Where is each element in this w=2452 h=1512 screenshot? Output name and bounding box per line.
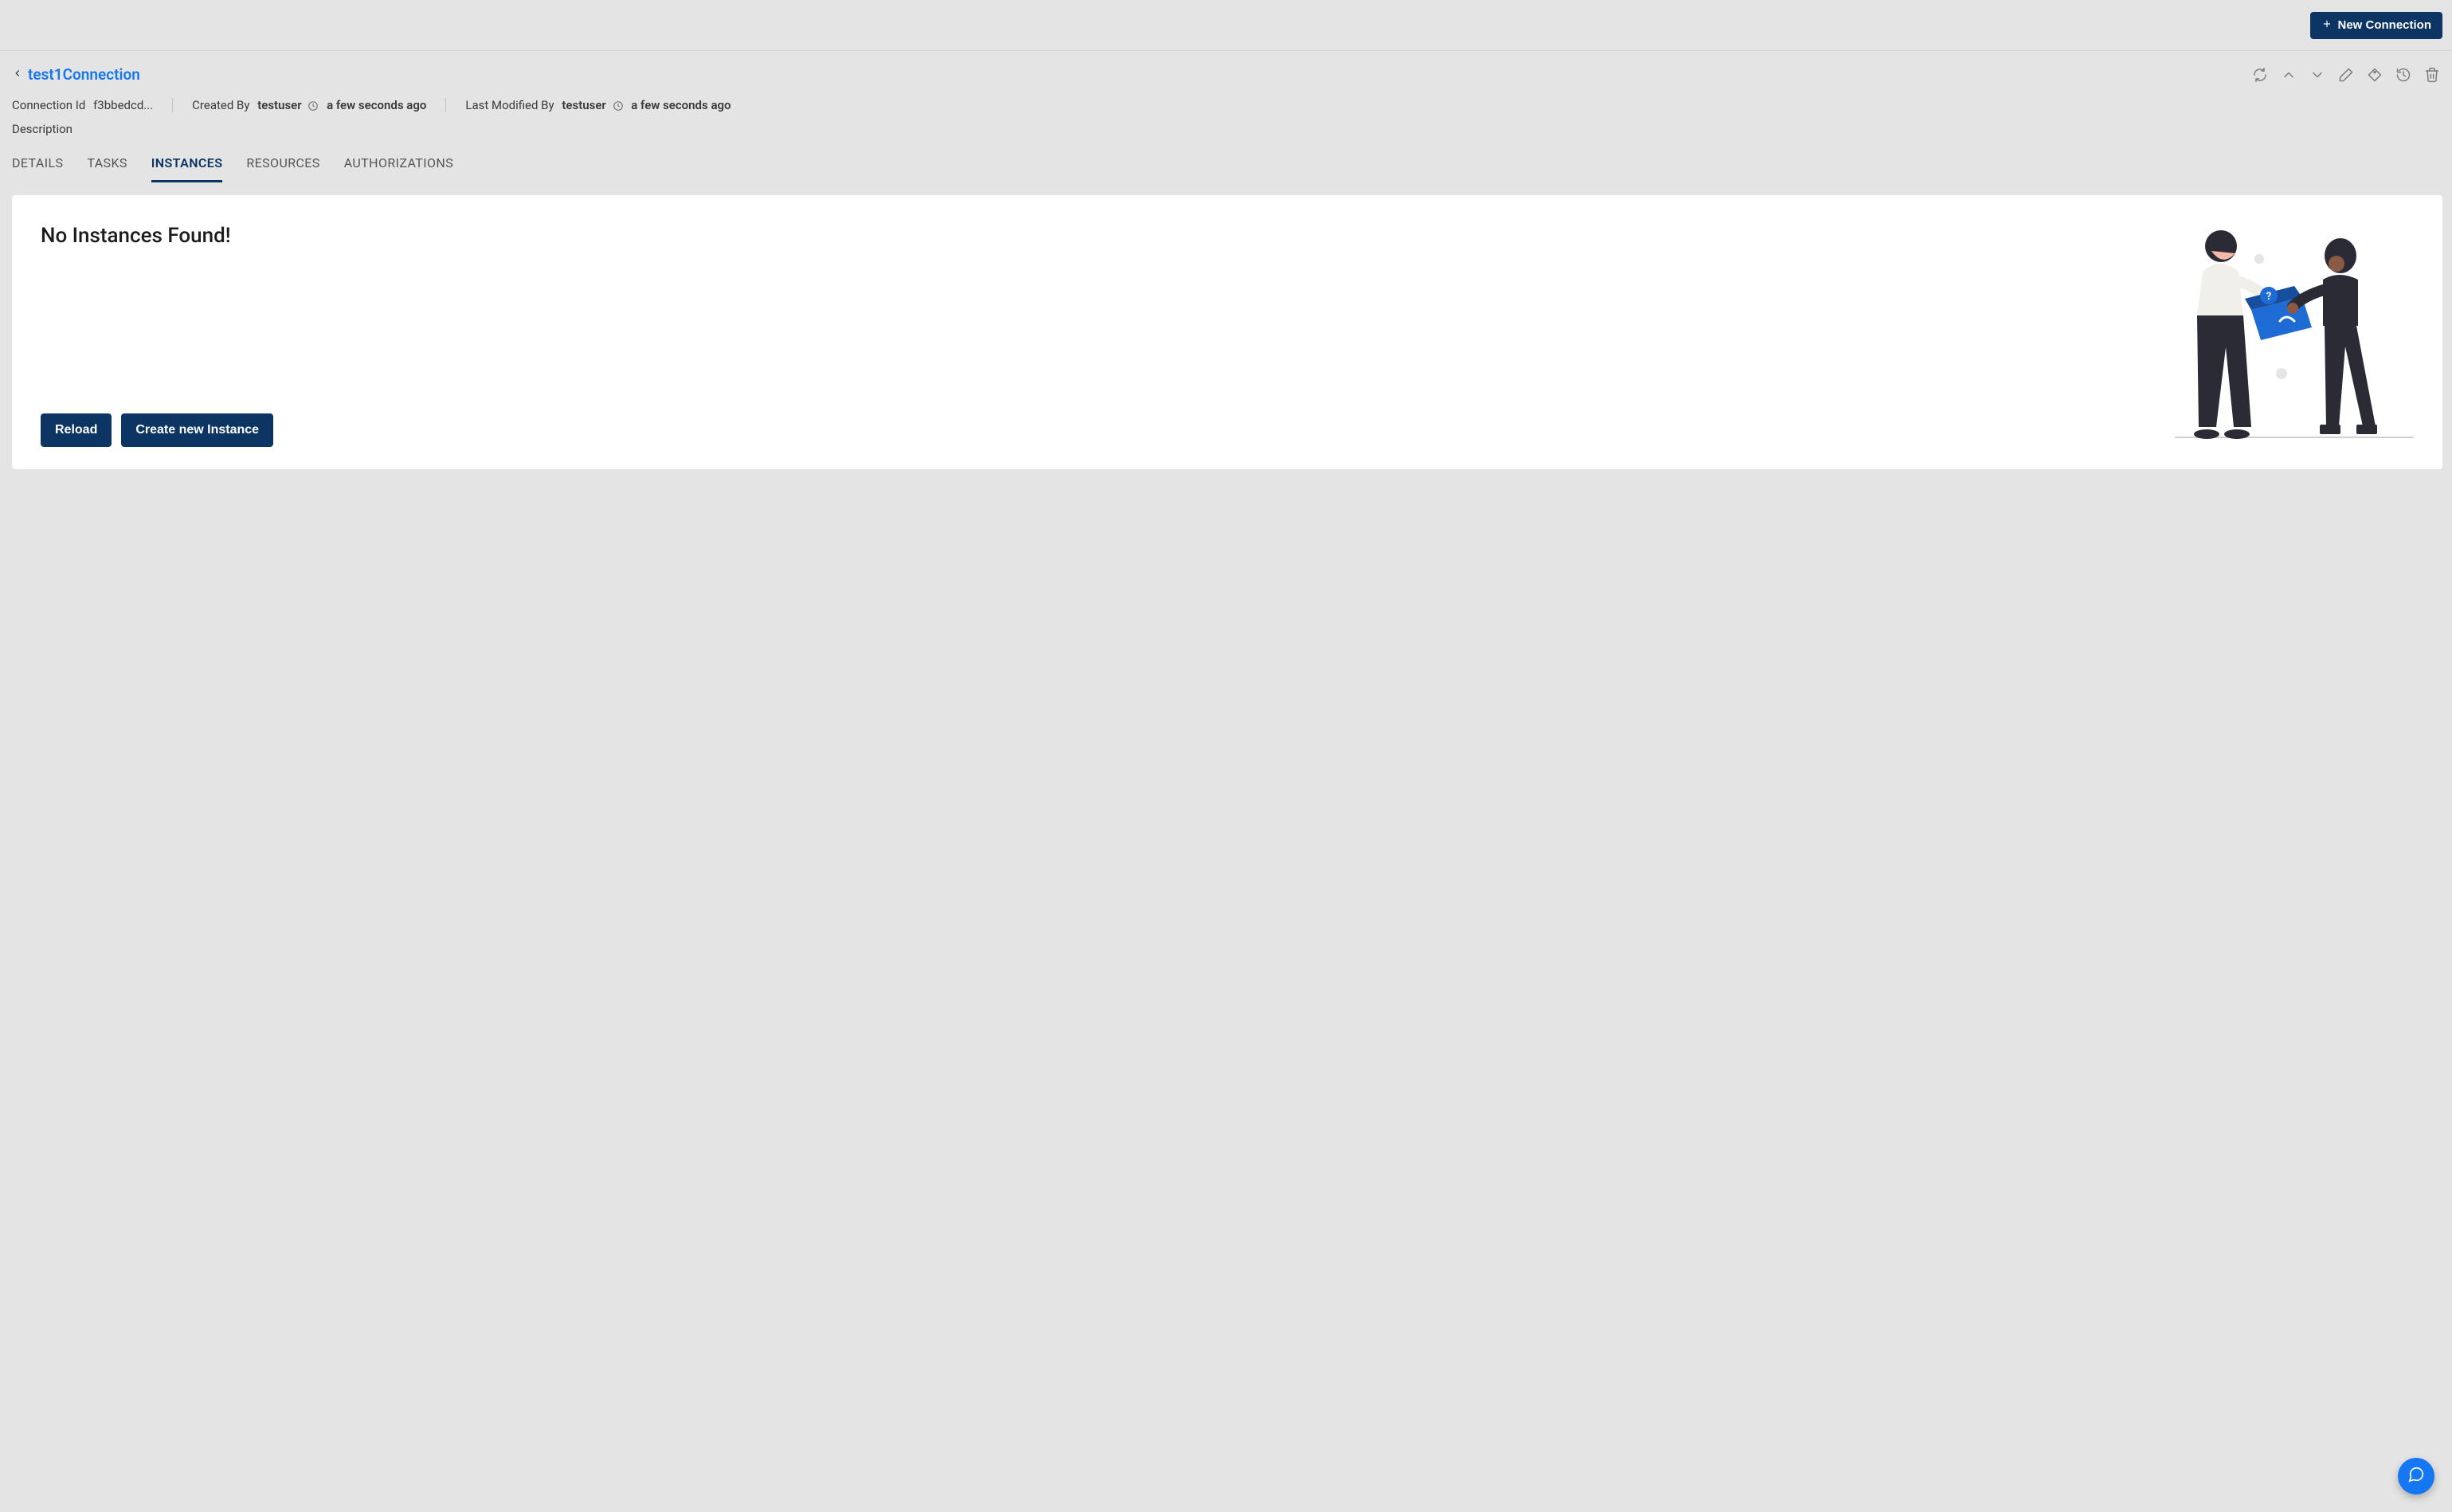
tab-resources[interactable]: RESOURCES: [246, 155, 319, 182]
svg-text:?: ?: [2266, 291, 2271, 303]
clock-icon: [307, 100, 319, 112]
chevron-left-icon: [12, 68, 23, 82]
separator: [445, 98, 446, 112]
header-actions: [2252, 67, 2440, 83]
connection-id-value: f3bbedcd...: [93, 98, 153, 112]
last-modified-by: Last Modified By testuser a few seconds …: [465, 98, 731, 112]
chat-fab[interactable]: [2398, 1458, 2434, 1494]
separator: [172, 98, 173, 112]
breadcrumb-row: test1Connection: [12, 65, 2440, 84]
last-modified-by-ago: a few seconds ago: [631, 98, 731, 112]
created-by-user: testuser: [257, 98, 301, 112]
sync-icon[interactable]: [2252, 67, 2268, 83]
empty-state-card: No Instances Found! Reload Create new In…: [12, 195, 2442, 469]
empty-state-illustration: ?: [2175, 224, 2414, 447]
empty-state-title: No Instances Found!: [41, 224, 273, 248]
last-modified-by-user: testuser: [562, 98, 605, 112]
empty-state-illustration-wrap: ?: [2175, 224, 2414, 447]
tab-details[interactable]: DETAILS: [12, 155, 63, 182]
description-label: Description: [12, 112, 2440, 136]
tabs: DETAILS TASKS INSTANCES RESOURCES AUTHOR…: [0, 136, 2452, 182]
connection-id: Connection Id f3bbedcd...: [12, 98, 153, 112]
empty-state-actions: Reload Create new Instance: [41, 413, 273, 447]
edit-icon[interactable]: [2338, 67, 2354, 83]
reload-button[interactable]: Reload: [41, 413, 112, 447]
created-by-label: Created By: [192, 98, 249, 112]
chevron-down-icon[interactable]: [2309, 67, 2325, 83]
tab-authorizations[interactable]: AUTHORIZATIONS: [344, 155, 453, 182]
new-connection-button[interactable]: New Connection: [2310, 12, 2442, 39]
breadcrumb[interactable]: test1Connection: [12, 65, 140, 84]
history-icon[interactable]: [2395, 67, 2411, 83]
clock-icon: [613, 100, 624, 112]
created-by: Created By testuser a few seconds ago: [192, 98, 426, 112]
chat-icon: [2407, 1466, 2425, 1487]
created-by-ago: a few seconds ago: [327, 98, 426, 112]
topbar: New Connection: [0, 0, 2452, 51]
plus-icon: [2321, 18, 2333, 33]
tag-icon[interactable]: [2367, 67, 2383, 83]
create-instance-button[interactable]: Create new Instance: [121, 413, 273, 447]
chevron-up-icon[interactable]: [2281, 67, 2297, 83]
tab-tasks[interactable]: TASKS: [87, 155, 127, 182]
tab-instances[interactable]: INSTANCES: [151, 155, 223, 182]
new-connection-label: New Connection: [2337, 18, 2431, 32]
meta-row: Connection Id f3bbedcd... Created By tes…: [12, 84, 2440, 112]
page-header: test1Connection: [0, 51, 2452, 136]
empty-state-left: No Instances Found! Reload Create new In…: [41, 224, 273, 447]
trash-icon[interactable]: [2424, 67, 2440, 83]
connection-id-label: Connection Id: [12, 98, 85, 112]
page-title: test1Connection: [28, 65, 140, 84]
last-modified-by-label: Last Modified By: [465, 98, 554, 112]
